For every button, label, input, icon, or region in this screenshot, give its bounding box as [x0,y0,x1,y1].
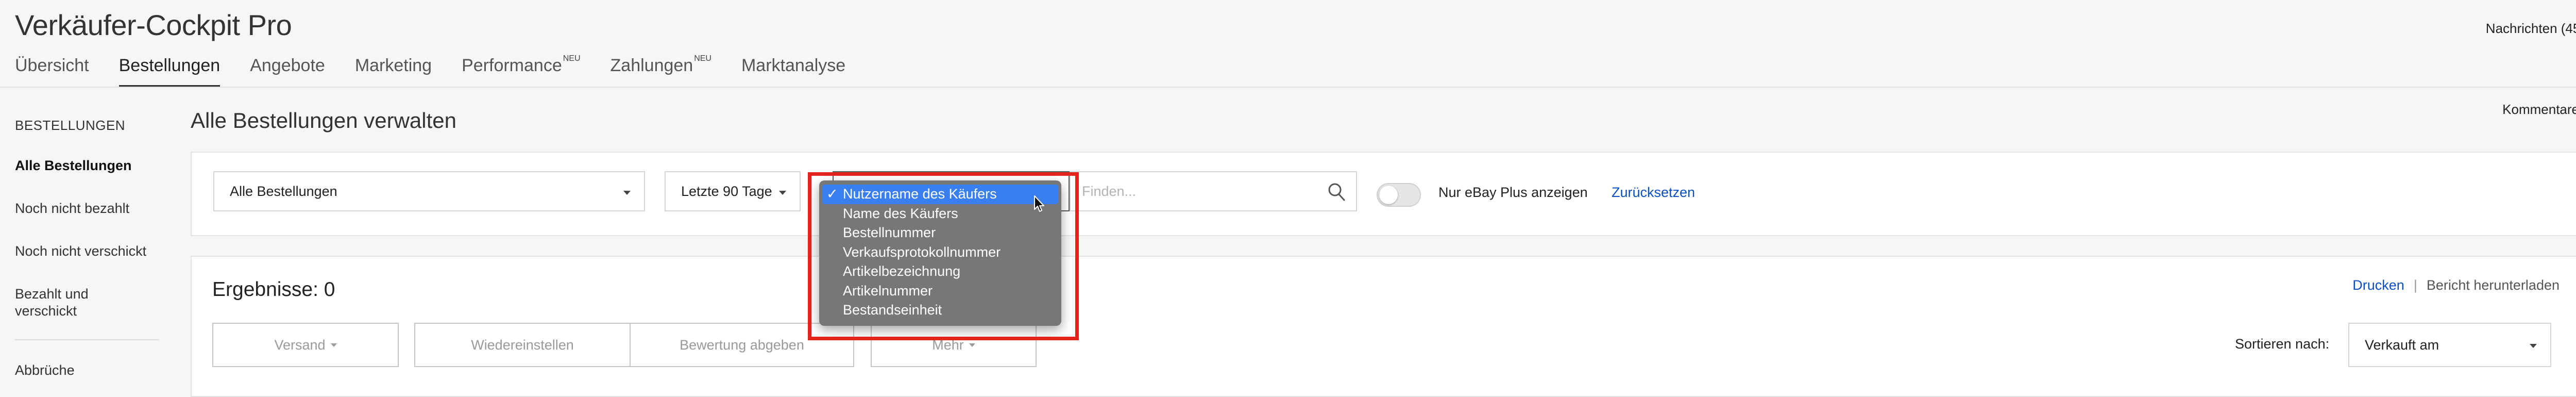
sort-select[interactable]: Verkauft am [2348,323,2551,367]
period-filter-select[interactable]: Letzte 90 Tage [665,171,801,211]
tab-orders[interactable]: Bestellungen [118,56,221,87]
search-icon [1328,183,1345,201]
tab-listings[interactable]: Angebote [250,56,325,87]
filter-panel: Alle Bestellungen Letzte 90 Tage Finden.… [191,152,2576,236]
chevron-down-icon [2530,344,2537,348]
ebay-plus-toggle[interactable] [1377,183,1421,207]
order-filter-value: Alle Bestellungen [230,183,337,199]
chevron-down-icon [330,343,337,347]
sidebar-heading: BESTELLUNGEN [15,118,126,133]
sort-label: Sortieren nach: [2235,336,2330,352]
sidebar-item-all-orders[interactable]: Alle Bestellungen [15,157,159,174]
download-report-link[interactable]: Bericht herunterladen [2427,277,2560,293]
sidebar-item-unshipped[interactable]: Noch nicht verschickt [15,243,159,260]
sidebar-item-paid-shipped[interactable]: Bezahlt und verschickt [15,286,118,320]
sidebar-item-cancellations[interactable]: Abbrüche [15,362,159,379]
tab-performance[interactable]: Performance NEU [462,54,581,87]
toggle-knob [1379,186,1398,204]
ebay-plus-label: Nur eBay Plus anzeigen [1438,185,1588,200]
tab-label: Zahlungen [610,56,693,75]
report-links: Drucken | Bericht herunterladen [2352,277,2560,293]
search-button[interactable] [1316,171,1357,211]
nav-divider [0,87,2576,88]
tab-market-analysis[interactable]: Marktanalyse [741,56,845,87]
page-title: Alle Bestellungen verwalten [191,108,456,133]
print-link[interactable]: Drucken [2352,277,2404,293]
relist-button[interactable]: Wiedereinstellen [414,323,631,367]
app-title: Verkäufer-Cockpit Pro [15,9,292,41]
sidebar-divider [15,339,159,340]
ship-button-label: Versand [274,337,326,353]
tab-label: Marketing [354,56,432,75]
chevron-down-icon [969,343,975,347]
tab-label: Marktanalyse [741,56,846,75]
link-separator: | [2413,277,2417,293]
tab-label: Angebote [250,56,325,75]
comments-link[interactable]: Kommentare [2502,102,2576,118]
reset-link[interactable]: Zurücksetzen [1612,185,1695,201]
mouse-pointer-icon [1034,195,1044,212]
tab-marketing[interactable]: Marketing [355,56,432,87]
ship-button[interactable]: Versand [212,323,399,367]
new-badge: NEU [563,54,581,63]
chevron-down-icon [779,191,786,195]
tab-payments[interactable]: Zahlungen NEU [610,54,711,87]
results-count: Ergebnisse: 0 [212,278,335,301]
period-filter-value: Letzte 90 Tage [681,183,772,199]
sidebar-item-unpaid[interactable]: Noch nicht bezahlt [15,200,159,217]
messages-link[interactable]: Nachrichten (45) [2486,21,2576,37]
sidebar: BESTELLUNGEN Alle Bestellungen Noch nich… [15,98,159,379]
sort-value: Verkauft am [2365,337,2439,353]
tab-overview[interactable]: Übersicht [15,56,89,87]
top-nav: Übersicht Bestellungen Angebote Marketin… [15,54,875,87]
order-filter-select[interactable]: Alle Bestellungen [213,171,645,211]
tab-label: Performance [462,56,562,75]
tab-label: Bestellungen [118,56,221,75]
tab-label: Übersicht [15,56,89,75]
results-panel: Ergebnisse: 0 Drucken | Bericht herunter… [191,256,2576,397]
search-input[interactable]: Finden... [1070,171,1317,211]
new-badge: NEU [694,54,711,63]
chevron-down-icon [623,191,631,195]
